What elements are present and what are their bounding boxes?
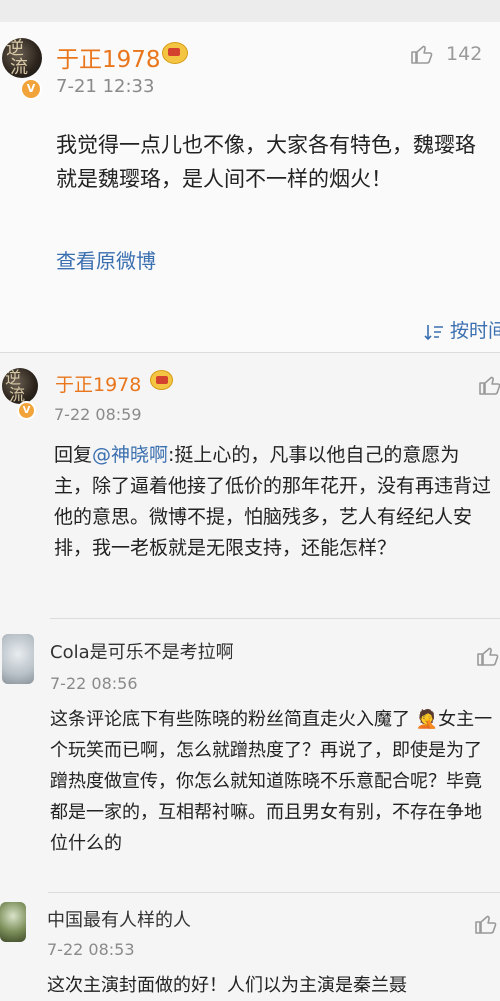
crown-icon: [150, 370, 173, 390]
timestamp: 7-22 08:56: [50, 674, 138, 693]
username[interactable]: 中国最有人样的人: [47, 906, 191, 932]
like-button[interactable]: [474, 912, 498, 936]
comment-text: 这条评论底下有些陈晓的粉丝简直走火入魔了 🤦女主一个玩笑而已啊，怎么就蹭热度了？…: [50, 709, 493, 854]
like-button[interactable]: [478, 373, 500, 397]
comment-text: 回复@神晓啊:挺上心的，凡事以他自己的意愿为主，除了逼着他接了低价的那年花开，没…: [54, 440, 494, 564]
view-original-weibo-link[interactable]: 查看原微博: [56, 245, 156, 274]
like-count: 142: [446, 42, 483, 65]
sort-label: 按时间: [450, 320, 500, 342]
divider: [50, 618, 500, 619]
timestamp: 7-22 08:53: [47, 940, 135, 959]
timestamp: 7-22 08:59: [54, 405, 142, 424]
thumbs-up-icon: [477, 647, 499, 666]
like-button[interactable]: [476, 644, 500, 668]
timestamp: 7-21 12:33: [56, 76, 155, 97]
divider: [48, 892, 500, 893]
username[interactable]: 于正1978: [55, 370, 141, 397]
username[interactable]: 于正1978: [56, 40, 161, 74]
sort-lines-icon: [424, 324, 443, 340]
comment-text: 这次主演封面做的好！人们以为主演是秦兰聂: [47, 975, 407, 996]
avatar[interactable]: 逆 流: [2, 38, 42, 78]
sort-by-time-button[interactable]: 按时间: [424, 316, 500, 343]
avatar[interactable]: [2, 634, 34, 684]
reply-prefix: 回复: [54, 444, 93, 466]
divider: [0, 352, 500, 353]
crown-icon: [162, 42, 188, 64]
username[interactable]: Cola是可乐不是考拉啊: [50, 638, 234, 664]
thumbs-up-icon: [479, 376, 500, 395]
avatar[interactable]: 逆 流: [2, 368, 38, 404]
thumbs-up-icon: [411, 45, 433, 64]
mention-link[interactable]: @神晓啊: [92, 444, 168, 466]
avatar[interactable]: [0, 902, 26, 942]
like-button[interactable]: 142: [410, 42, 482, 66]
previous-content-edge: [0, 0, 500, 22]
verified-badge-icon: V: [17, 401, 36, 420]
comment-text: 我觉得一点儿也不像，大家各有特色，魏璎珞就是魏璎珞，是人间不一样的烟火！: [56, 133, 476, 191]
verified-badge-icon: V: [20, 78, 42, 100]
thumbs-up-icon: [475, 915, 497, 934]
